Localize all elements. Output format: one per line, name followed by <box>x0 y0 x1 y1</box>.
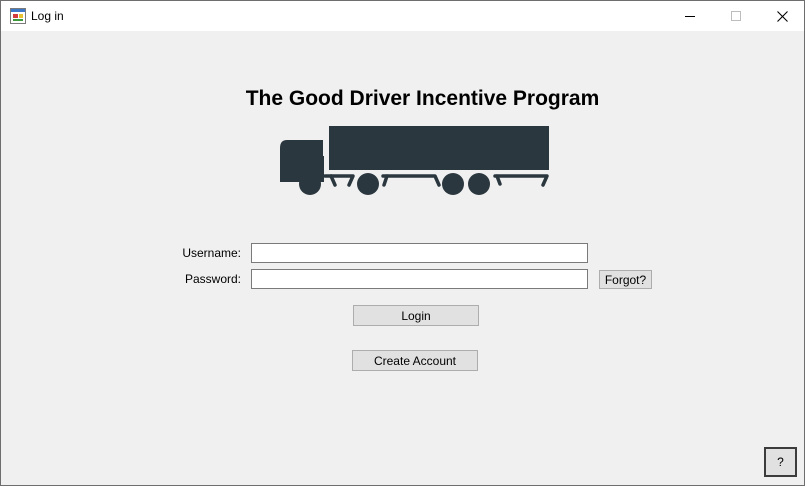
title-bar[interactable]: Log in <box>1 1 804 31</box>
app-icon <box>10 8 26 24</box>
username-input[interactable] <box>251 243 588 263</box>
program-heading: The Good Driver Incentive Program <box>245 87 600 110</box>
login-window: Log in The Good Driver Incentive Program <box>0 0 805 486</box>
maximize-button[interactable] <box>713 1 759 31</box>
truck-icon <box>279 126 551 196</box>
forgot-password-button[interactable]: Forgot? <box>599 270 652 289</box>
maximize-icon <box>731 11 741 21</box>
window-title: Log in <box>31 9 64 23</box>
login-button[interactable]: Login <box>353 305 479 326</box>
minimize-button[interactable] <box>667 1 713 31</box>
close-icon <box>776 10 788 22</box>
create-account-button[interactable]: Create Account <box>352 350 478 371</box>
minimize-icon <box>685 11 695 21</box>
username-label: Username: <box>182 246 241 260</box>
close-button[interactable] <box>759 1 805 31</box>
password-input[interactable] <box>251 269 588 289</box>
password-label: Password: <box>184 272 241 286</box>
help-button[interactable]: ? <box>764 447 797 477</box>
